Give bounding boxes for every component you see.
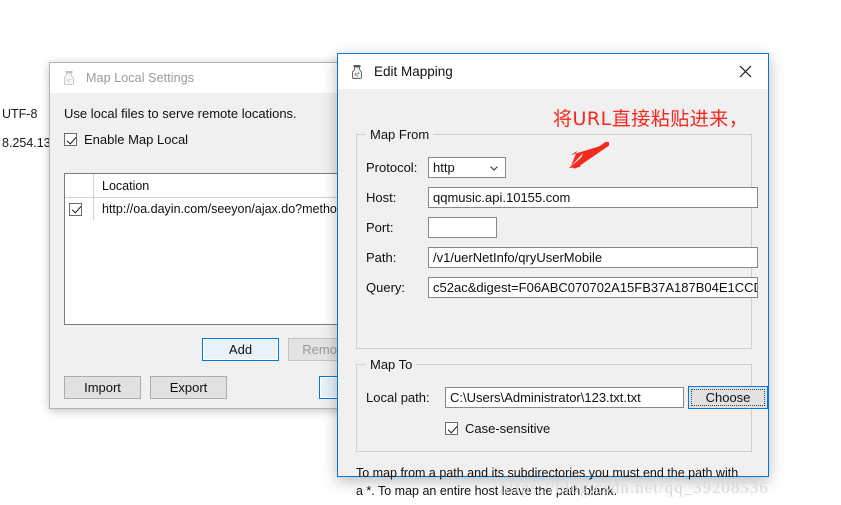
close-button[interactable] (723, 54, 768, 88)
query-label: Query: (366, 280, 406, 295)
choose-button[interactable]: Choose (688, 386, 768, 409)
path-value: /v1/uerNetInfo/qryUserMobile (433, 250, 603, 265)
query-value: c52ac&digest=F06ABC070702A15FB37A187B04E… (433, 280, 758, 295)
location-row-checkbox[interactable] (65, 198, 94, 220)
map-local-titlebar: Map Local Settings (50, 63, 351, 93)
host-input[interactable]: qqmusic.api.10155.com (428, 187, 758, 208)
map-local-settings-window: Map Local Settings Use local files to se… (49, 62, 352, 409)
host-value: qqmusic.api.10155.com (433, 190, 571, 205)
table-row[interactable]: http://oa.dayin.com/seeyon/ajax.do?metho (65, 198, 351, 220)
watermark-text: https://blog.csdn.net/qq_39208536 (500, 478, 769, 497)
path-label: Path: (366, 250, 397, 265)
case-sensitive-label: Case-sensitive (465, 421, 551, 436)
protocol-label: Protocol: (366, 160, 418, 175)
port-field-row: Port: (366, 217, 497, 238)
location-header-label: Location (102, 178, 150, 193)
add-button[interactable]: Add (202, 338, 279, 361)
protocol-select[interactable]: http (428, 157, 506, 178)
arrow-pointing-down-left-icon (569, 142, 609, 169)
case-sensitive-checkbox[interactable]: Case-sensitive (445, 421, 550, 436)
annotation-text: 将URL直接粘贴进来， (553, 108, 749, 130)
map-local-body: Use local files to serve remote location… (50, 93, 351, 408)
local-path-value: C:\Users\Administrator\123.txt.txt (450, 390, 641, 405)
import-button[interactable]: Import (64, 376, 141, 399)
background-encoding-label: UTF-8 (2, 107, 38, 121)
export-button[interactable]: Export (150, 376, 227, 399)
enable-map-local-label: Enable Map Local (84, 132, 189, 147)
location-header-check-col (65, 174, 94, 197)
map-local-title-text: Map Local Settings (86, 71, 195, 85)
close-icon (739, 65, 752, 77)
path-field-row: Path: /v1/uerNetInfo/qryUserMobile (366, 247, 758, 268)
query-field-row: Query: c52ac&digest=F06ABC070702A15FB37A… (366, 277, 758, 298)
charles-jar-icon (64, 71, 74, 85)
location-row-text: http://oa.dayin.com/seeyon/ajax.do?metho (102, 202, 337, 216)
edit-mapping-title-text: Edit Mapping (374, 64, 453, 79)
export-button-label: Export (169, 380, 208, 395)
add-button-label: Add (228, 342, 253, 357)
local-path-input[interactable]: C:\Users\Administrator\123.txt.txt (445, 387, 684, 408)
choose-button-label: Choose (705, 390, 751, 405)
chevron-down-icon (490, 165, 498, 171)
query-input[interactable]: c52ac&digest=F06ABC070702A15FB37A187B04E… (428, 277, 758, 298)
map-from-legend: Map From (366, 127, 434, 142)
protocol-value: http (433, 160, 455, 175)
import-button-label: Import (84, 380, 121, 395)
checkbox-box-icon (445, 422, 458, 435)
port-label: Port: (366, 220, 394, 235)
checkbox-box-icon (69, 202, 82, 216)
edit-mapping-body: Map From Protocol: http Host: qqmusic.ap… (338, 89, 768, 498)
local-path-label: Local path: (366, 390, 430, 405)
path-input[interactable]: /v1/uerNetInfo/qryUserMobile (428, 247, 758, 268)
host-field-row: Host: qqmusic.api.10155.com (366, 187, 758, 208)
edit-mapping-titlebar: Edit Mapping (338, 54, 768, 89)
map-to-legend: Map To (366, 357, 417, 372)
screenshot-root: UTF-8 8.254.132 Map Local Settings Use l… (0, 0, 841, 505)
host-label: Host: (366, 190, 397, 205)
protocol-field-row: Protocol: http (366, 157, 506, 178)
location-table-header: Location (65, 174, 351, 198)
port-input[interactable] (428, 217, 497, 238)
map-local-description: Use local files to serve remote location… (64, 106, 297, 121)
checkbox-box-icon (64, 133, 77, 146)
location-table[interactable]: Location http://oa.dayin.com/seeyon/ajax… (64, 173, 351, 325)
enable-map-local-checkbox[interactable]: Enable Map Local (64, 132, 351, 147)
local-path-field-row: Local path: C:\Users\Administrator\123.t… (366, 387, 684, 408)
charles-jar-icon (352, 64, 362, 79)
